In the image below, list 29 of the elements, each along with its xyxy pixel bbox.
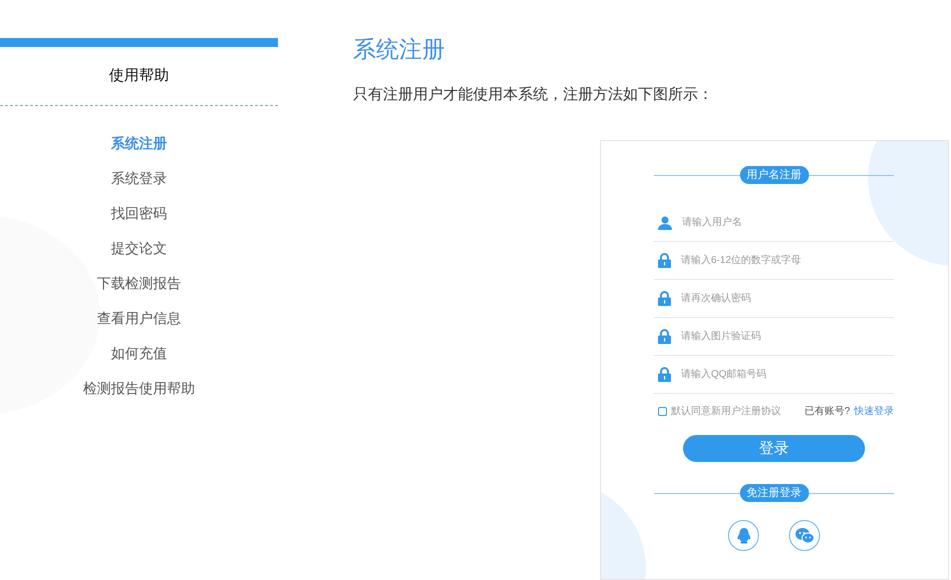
sidebar-link[interactable]: 下载检测报告 (97, 272, 181, 294)
input-field[interactable]: 请输入图片验证码 (681, 326, 894, 347)
input-field[interactable]: 请输入6-12位的数字或字母 (681, 250, 894, 271)
sidebar-link[interactable]: 检测报告使用帮助 (83, 377, 195, 399)
section-label: 免注册登录 (740, 484, 808, 502)
qq-penguin-login-button[interactable] (728, 520, 759, 552)
input-field[interactable]: 请再次确认密码 (681, 288, 894, 309)
login-prompt: 已有账号? (804, 406, 850, 417)
chat-bubbles-icon (794, 527, 814, 544)
chat-bubbles-login-button[interactable] (789, 520, 820, 552)
sidebar-link[interactable]: 找回密码 (111, 202, 167, 224)
input-field[interactable]: 请输入用户名 (682, 212, 894, 233)
section-label: 用户名注册 (740, 166, 808, 184)
lock-icon (658, 291, 671, 306)
input-field[interactable]: 请输入QQ邮箱号码 (681, 364, 894, 385)
sidebar-link[interactable]: 系统登录 (111, 167, 167, 189)
article-title: 系统注册 (353, 36, 446, 64)
lock-icon (658, 367, 671, 382)
user-icon (658, 216, 672, 230)
article-text: 只有注册用户才能使用本系统，注册方法如下图所示： (353, 84, 714, 105)
sidebar-link[interactable]: 如何充值 (111, 342, 167, 364)
agreement-label: 默认同意新用户注册协议 (671, 404, 781, 419)
lock-icon (658, 329, 671, 344)
qq-penguin-icon (736, 526, 752, 545)
sidebar-link[interactable]: 查看用户信息 (97, 307, 181, 329)
lock-icon (658, 253, 671, 268)
sidebar-title: 使用帮助 (0, 47, 278, 106)
agreement-checkbox[interactable] (658, 406, 667, 416)
sidebar-link[interactable]: 提交论文 (111, 237, 167, 259)
